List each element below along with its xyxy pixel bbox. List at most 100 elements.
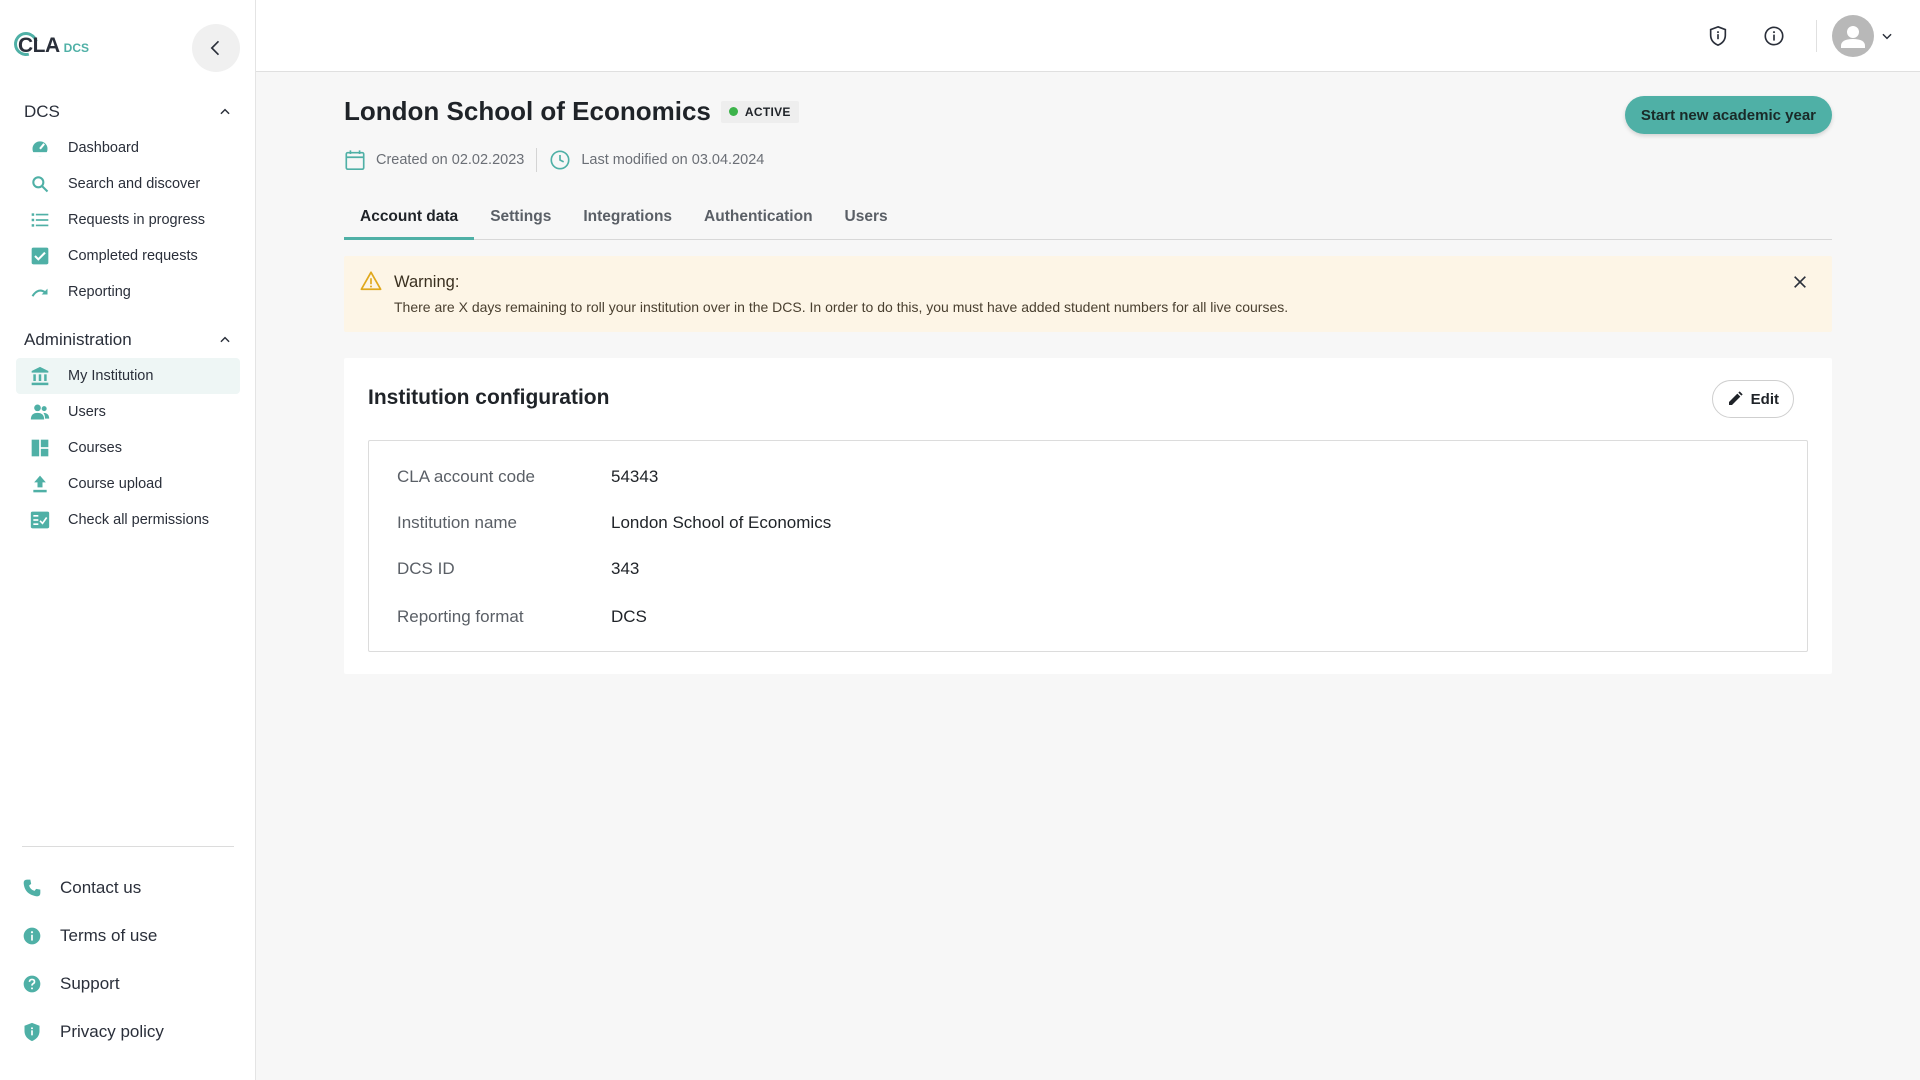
sidebar-item-dashboard[interactable]: Dashboard [16,130,240,166]
config-row: Institution name London School of Econom… [397,513,831,533]
footer-item-label: Contact us [60,878,142,897]
config-label: Reporting format [397,607,524,626]
security-shield-button[interactable] [1704,22,1732,50]
close-icon [1794,276,1806,288]
help-icon [22,974,42,994]
tab-users[interactable]: Users [829,200,904,240]
redo-icon [30,282,50,302]
section-label-administration: Administration [24,330,132,349]
users-icon [30,402,50,422]
info-icon [1764,26,1784,46]
edit-label: Edit [1750,390,1779,408]
logo[interactable]: CLA DCS [16,34,89,58]
sidebar: CLA DCS DCS Dashboard Search and discove… [0,0,256,1080]
section-header-dcs[interactable]: DCS [16,94,240,130]
modified-text: Last modified on 03.04.2024 [581,152,765,168]
footer-item-label: Terms of use [60,926,158,945]
top-bar-separator [1816,20,1817,52]
user-avatar-icon [1841,26,1865,48]
config-label: CLA account code [397,467,535,486]
config-row: Reporting format DCS [397,607,647,627]
collapse-sidebar-button[interactable] [192,24,240,72]
calendar-icon [344,149,366,171]
sidebar-item-label: Reporting [68,284,131,300]
page-title: London School of Economics [344,96,711,126]
status-badge: ACTIVE [720,100,799,123]
tab-authentication[interactable]: Authentication [688,200,829,240]
sidebar-item-search[interactable]: Search and discover [16,166,240,202]
tabs: Account data Settings Integrations Authe… [344,200,1832,240]
config-label: DCS ID [397,559,455,578]
nav-section-dcs: DCS Dashboard Search and discover Reques… [16,94,240,310]
tab-account-data[interactable]: Account data [344,200,475,240]
sidebar-item-completed-requests[interactable]: Completed requests [16,238,240,274]
sidebar-item-reporting[interactable]: Reporting [16,274,240,310]
user-menu[interactable] [1832,15,1894,57]
meta-separator [536,148,538,172]
bank-icon [30,366,50,386]
tab-integrations[interactable]: Integrations [567,200,688,240]
nav-section-administration: Administration My Institution Users Cour… [16,322,240,538]
sidebar-item-label: My Institution [68,368,154,384]
start-new-academic-year-button[interactable]: Start new academic year [1624,96,1832,134]
footer-item-contact-us[interactable]: Contact us [22,864,242,912]
pencil-icon [1727,391,1743,407]
edit-button[interactable]: Edit [1711,380,1794,418]
card-title: Institution configuration [368,386,610,409]
phone-icon [22,878,42,898]
footer-item-support[interactable]: Support [22,960,242,1008]
section-header-administration[interactable]: Administration [16,322,240,358]
footer-item-privacy-policy[interactable]: Privacy policy [22,1008,242,1056]
footer-item-label: Support [60,974,120,993]
sidebar-item-label: Search and discover [68,176,201,192]
warning-icon [360,270,382,297]
sidebar-item-courses[interactable]: Courses [16,430,240,466]
title-row: London School of Economics ACTIVE [344,96,799,127]
status-label: ACTIVE [744,104,791,119]
config-table: CLA account code 54343 Institution name … [368,440,1808,652]
top-bar [256,0,1920,72]
institution-configuration-card: Institution configuration Edit CLA accou… [344,358,1832,674]
sidebar-item-label: Courses [68,440,122,456]
sidebar-item-label: Check all permissions [68,512,210,528]
config-value: London School of Economics [611,513,832,532]
sidebar-item-users[interactable]: Users [16,394,240,430]
courses-icon [30,438,50,458]
close-warning-button[interactable] [1788,270,1812,294]
sidebar-item-label: Completed requests [68,248,198,264]
created-text: Created on 02.02.2023 [376,152,525,168]
sidebar-item-my-institution[interactable]: My Institution [16,358,240,394]
warning-text: There are X days remaining to roll your … [394,299,1289,315]
config-value: 54343 [611,467,659,486]
created-date: Created on 02.02.2023 [344,149,524,171]
checklist-icon [30,510,50,530]
config-row: CLA account code 54343 [397,467,658,487]
avatar [1832,15,1874,57]
config-value: DCS [611,607,647,626]
sidebar-item-requests-in-progress[interactable]: Requests in progress [16,202,240,238]
status-dot [728,107,738,116]
sidebar-footer: Contact us Terms of use Support Privacy … [22,864,242,1056]
upload-icon [30,474,50,494]
meta-row: Created on 02.02.2023 Last modified on 0… [344,148,764,172]
list-icon [30,210,50,230]
chevron-up-icon [220,336,230,343]
sidebar-item-label: Course upload [68,476,163,492]
sidebar-item-label: Requests in progress [68,212,206,228]
sidebar-item-course-upload[interactable]: Course upload [16,466,240,502]
chevron-left-icon [210,40,220,56]
logo-text: CLA [18,34,60,57]
chevron-up-icon [220,108,230,115]
sidebar-item-check-all-permissions[interactable]: Check all permissions [16,502,240,538]
footer-item-terms-of-use[interactable]: Terms of use [22,912,242,960]
tab-settings[interactable]: Settings [474,200,567,240]
dashboard-icon [30,138,50,158]
clock-icon [549,149,571,171]
config-row: DCS ID 343 [397,559,639,579]
warning-banner: Warning: There are X days remaining to r… [344,256,1832,332]
search-icon [30,174,50,194]
info-button[interactable] [1760,22,1788,50]
shield-outline-icon [1709,25,1727,47]
chevron-down-icon [1882,33,1892,40]
sidebar-item-label: Dashboard [68,140,139,156]
